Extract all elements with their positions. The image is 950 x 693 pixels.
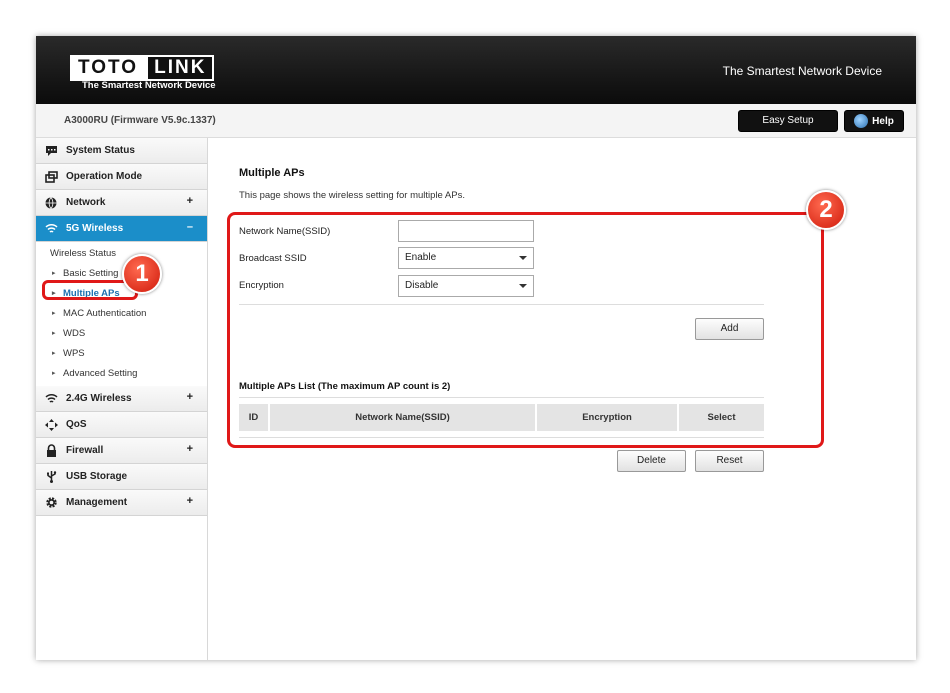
bullet-icon: ▸ (52, 350, 56, 357)
page-description: This page shows the wireless setting for… (239, 190, 465, 201)
sidebar-item-label: USB Storage (66, 471, 128, 482)
help-icon (854, 114, 869, 128)
bullet-icon: ▸ (52, 330, 56, 337)
logo-tagline: The Smartest Network Device (82, 80, 216, 91)
expand-icon[interactable]: + (187, 495, 193, 507)
reset-button[interactable]: Reset (695, 450, 764, 472)
annotation-highlight-settings-panel (227, 212, 824, 448)
sidebar-item-firewall[interactable]: Firewall + (36, 438, 207, 464)
submenu-wds[interactable]: ▸ WDS (36, 324, 207, 344)
help-label: Help (872, 115, 894, 127)
wifi-icon (44, 222, 58, 236)
gear-icon (44, 496, 58, 510)
help-button[interactable]: Help (844, 110, 904, 132)
submenu-label: WPS (63, 348, 85, 359)
submenu-wireless-status[interactable]: Wireless Status (36, 244, 207, 264)
submenu-label: Basic Setting (63, 268, 119, 279)
submenu-advanced-setting[interactable]: ▸ Advanced Setting (36, 364, 207, 384)
sidebar-item-qos[interactable]: QoS (36, 412, 207, 438)
qos-icon (44, 418, 58, 432)
5g-wireless-submenu: Wireless Status ▸ Basic Setting ▸ Multiple… (36, 242, 207, 386)
sidebar-item-system-status[interactable]: System Status (36, 138, 207, 164)
sidebar-item-operation-mode[interactable]: Operation Mode (36, 164, 207, 190)
sidebar-item-network[interactable]: Network + (36, 190, 207, 216)
submenu-mac-authentication[interactable]: ▸ MAC Authentication (36, 304, 207, 324)
windows-icon (44, 170, 58, 184)
header-bar: TOTO LINK The Smartest Network Device Th… (36, 36, 916, 104)
page-title: Multiple APs (239, 167, 305, 179)
sidebar-item-label: 5G Wireless (66, 223, 124, 234)
sidebar-item-label: Operation Mode (66, 171, 143, 182)
annotation-badge-2: 2 (806, 190, 846, 230)
sidebar-item-label: QoS (66, 419, 87, 430)
sidebar-item-usb-storage[interactable]: USB Storage (36, 464, 207, 490)
globe-icon (44, 196, 58, 210)
sidebar-item-label: Management (66, 497, 128, 508)
sidebar-item-label: Firewall (66, 445, 104, 456)
sidebar-item-24g-wireless[interactable]: 2.4G Wireless + (36, 386, 207, 412)
bullet-icon: ▸ (52, 370, 56, 377)
sidebar-item-5g-wireless[interactable]: 5G Wireless – (36, 216, 207, 242)
sidebar-item-label: System Status (66, 145, 135, 156)
expand-icon[interactable]: + (187, 443, 193, 455)
easy-setup-button[interactable]: Easy Setup (738, 110, 838, 132)
sub-header-bar: A3000RU (Firmware V5.9c.1337) Easy Setup… (36, 104, 916, 138)
submenu-label: WDS (63, 328, 86, 339)
usb-icon (44, 470, 58, 484)
submenu-wps[interactable]: ▸ WPS (36, 344, 207, 364)
header-slogan: The Smartest Network Device (722, 64, 882, 78)
chat-icon (44, 144, 58, 158)
sidebar: System Status Operation Mode Network + 5… (36, 138, 208, 660)
delete-button[interactable]: Delete (617, 450, 686, 472)
logo-toto-text: TOTO (70, 55, 147, 81)
submenu-label: MAC Authentication (63, 308, 147, 319)
wifi-icon (44, 392, 58, 406)
logo-link-text: LINK (146, 55, 215, 81)
sidebar-item-label: 2.4G Wireless (66, 393, 132, 404)
bullet-icon: ▸ (52, 310, 56, 317)
submenu-label: Advanced Setting (63, 368, 138, 379)
lock-icon (44, 444, 58, 458)
collapse-icon[interactable]: – (187, 221, 193, 233)
sidebar-item-label: Network (66, 197, 106, 208)
expand-icon[interactable]: + (187, 391, 193, 403)
totolink-logo: TOTO LINK (70, 55, 215, 81)
sidebar-item-management[interactable]: Management + (36, 490, 207, 516)
expand-icon[interactable]: + (187, 195, 193, 207)
annotation-badge-1: 1 (122, 254, 162, 294)
firmware-model: A3000RU (Firmware V5.9c.1337) (64, 115, 216, 126)
